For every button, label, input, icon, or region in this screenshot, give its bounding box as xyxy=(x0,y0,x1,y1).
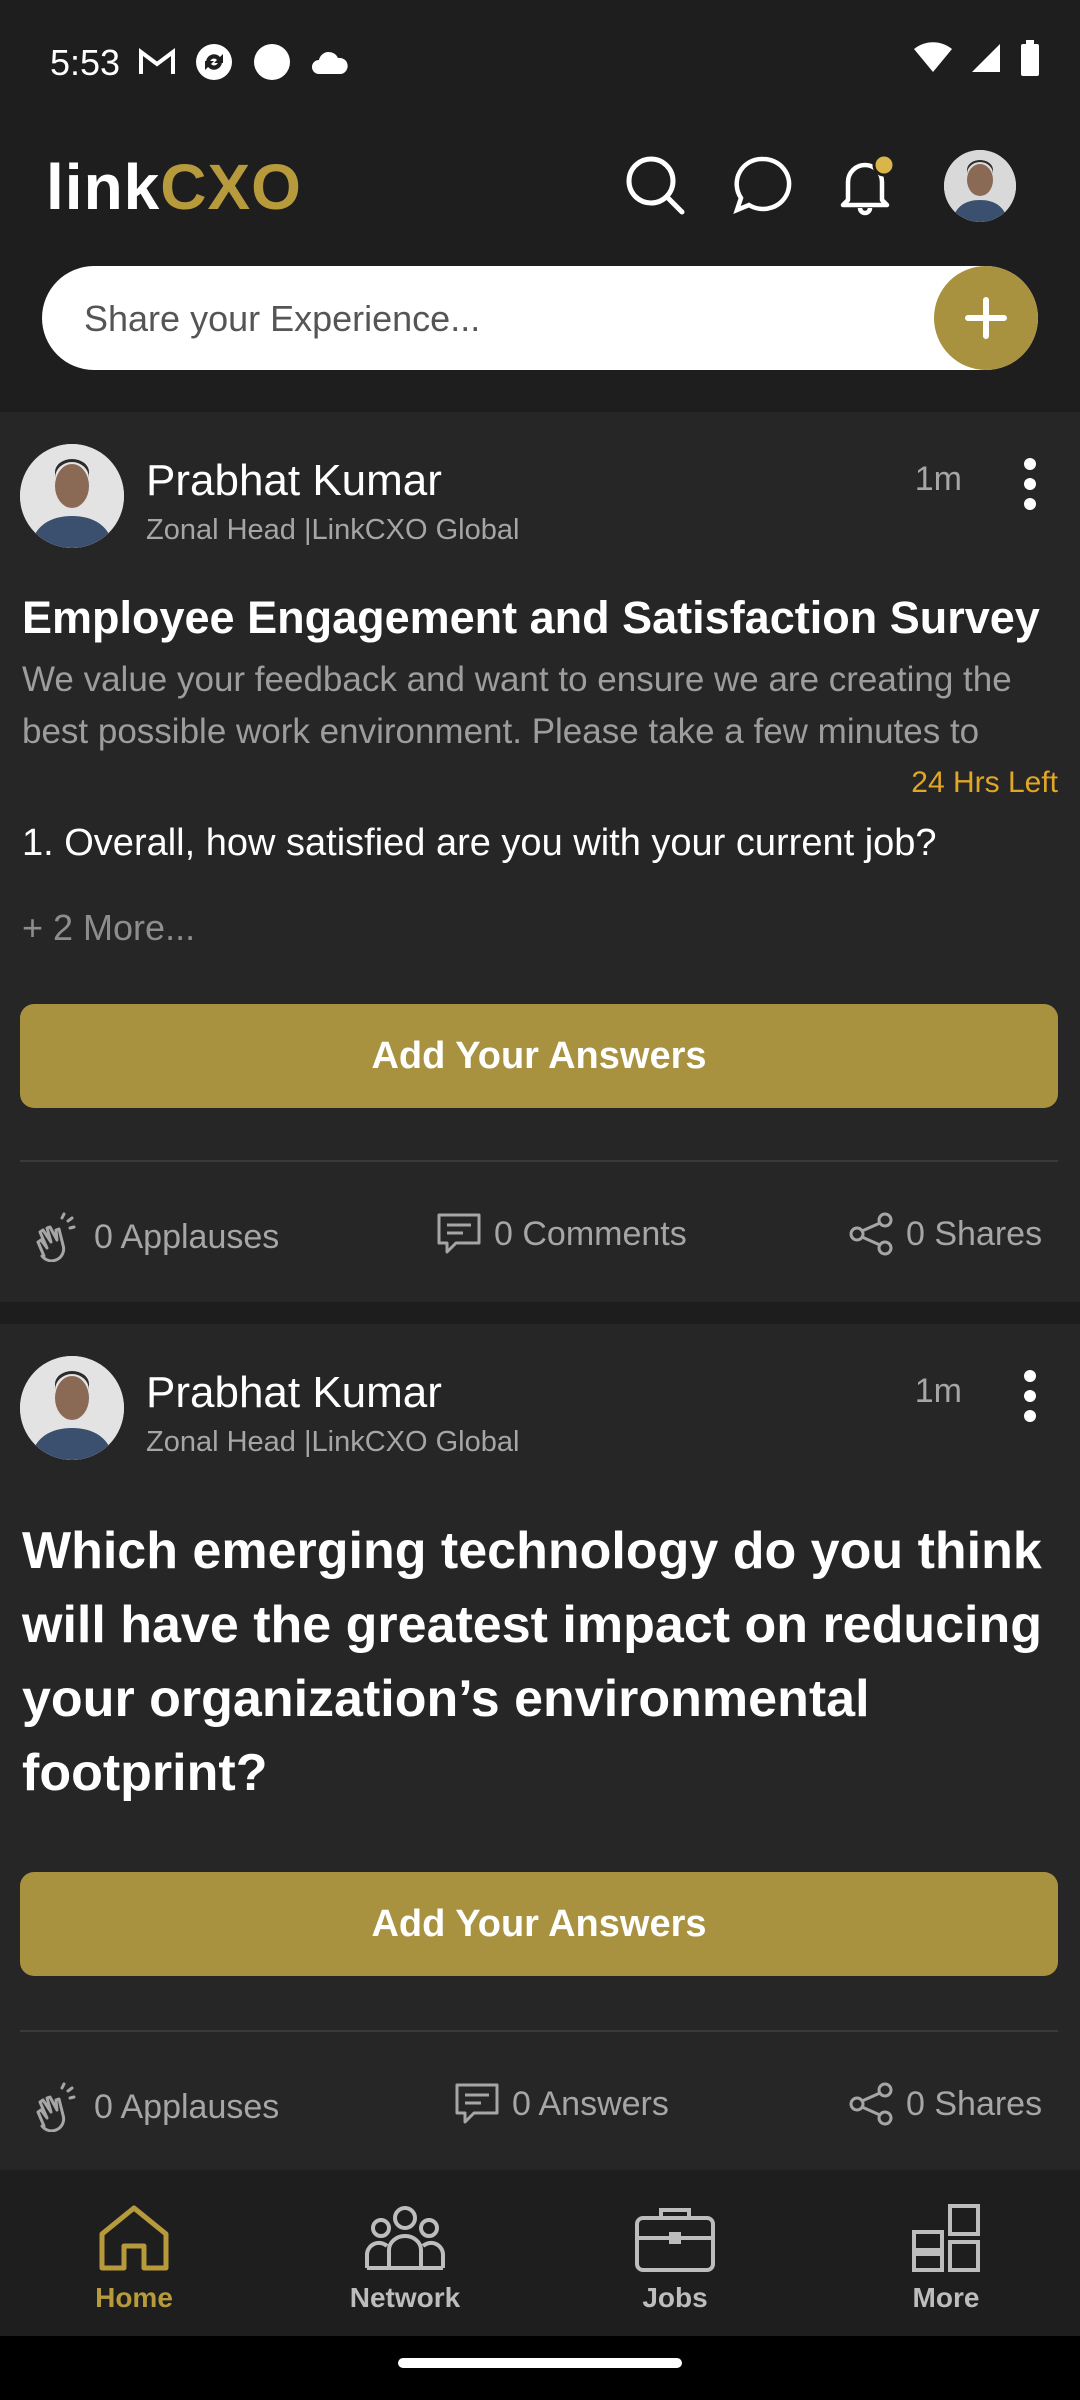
add-post-button[interactable] xyxy=(934,266,1038,370)
circle-icon xyxy=(254,44,290,80)
status-time: 5:53 xyxy=(50,42,121,83)
time-left-badge: 24 Hrs Left xyxy=(911,766,1058,799)
wifi-icon xyxy=(914,42,952,72)
bell-icon xyxy=(840,153,896,216)
author-name[interactable]: Prabhat Kumar xyxy=(146,1368,442,1418)
nav-label-network: Network xyxy=(349,2282,461,2313)
more-vertical-icon xyxy=(1024,458,1036,510)
nav-label-home: Home xyxy=(95,2282,173,2313)
network-icon xyxy=(365,2206,445,2270)
more-vertical-icon xyxy=(1024,1370,1036,1422)
home-indicator[interactable] xyxy=(398,2358,682,2368)
linkcxo-logo[interactable]: linkCXO xyxy=(46,150,302,224)
applause-button[interactable]: 0 Applauses xyxy=(32,2082,279,2132)
chat-button[interactable] xyxy=(728,150,798,220)
share-icon xyxy=(849,2082,893,2126)
applause-button[interactable]: 0 Applauses xyxy=(32,1212,279,1262)
divider xyxy=(20,2030,1058,2032)
gmail-icon xyxy=(139,48,175,74)
share-placeholder[interactable]: Share your Experience... xyxy=(84,298,480,340)
search-icon xyxy=(626,156,685,215)
post-time: 1m xyxy=(914,1372,962,1410)
notifications-button[interactable] xyxy=(832,150,902,220)
nav-network[interactable]: Network xyxy=(305,2202,505,2314)
share-button[interactable]: 0 Shares xyxy=(848,2082,1042,2126)
comments-button[interactable]: 0 Comments xyxy=(436,1212,687,1256)
avatar[interactable] xyxy=(944,150,1016,222)
search-button[interactable] xyxy=(620,150,690,220)
post-menu-button[interactable] xyxy=(1010,454,1050,514)
post-card: Prabhat Kumar Zonal Head |LinkCXO Global… xyxy=(0,412,1080,1302)
app-header: linkCXO Share your Experience... xyxy=(0,120,1080,410)
post-card: Prabhat Kumar Zonal Head |LinkCXO Global… xyxy=(0,1324,1080,2170)
chat-icon xyxy=(733,156,792,214)
post-actions: 0 Applauses 0 Answers 0 Shares xyxy=(0,2082,1080,2142)
logo-suffix: CXO xyxy=(160,151,302,223)
home-icon xyxy=(99,2205,169,2271)
author-name[interactable]: Prabhat Kumar xyxy=(146,456,442,506)
briefcase-icon xyxy=(635,2208,715,2272)
add-answers-button[interactable]: Add Your Answers xyxy=(20,1004,1058,1108)
bottom-navigation: Home Network Jobs More xyxy=(0,2170,1080,2336)
signal-icon xyxy=(972,44,1000,72)
share-button[interactable]: 0 Shares xyxy=(848,1212,1042,1256)
sync-icon xyxy=(196,44,232,80)
system-nav-bar xyxy=(0,2336,1080,2400)
divider xyxy=(20,1160,1058,1162)
cloud-icon xyxy=(312,51,348,74)
shares-count: 0 Shares xyxy=(906,2084,1043,2123)
share-experience-box[interactable]: Share your Experience... xyxy=(42,266,1038,370)
author-role: Zonal Head |LinkCXO Global xyxy=(146,514,520,546)
add-answers-button[interactable]: Add Your Answers xyxy=(20,1872,1058,1976)
post-actions: 0 Applauses 0 Comments 0 Shares xyxy=(0,1212,1080,1272)
grid-icon xyxy=(912,2204,980,2272)
author-avatar[interactable] xyxy=(20,1356,124,1460)
comment-icon xyxy=(455,2083,499,2124)
shares-count: 0 Shares xyxy=(906,1214,1043,1253)
nav-label-jobs: Jobs xyxy=(642,2282,708,2313)
comments-count: 0 Comments xyxy=(494,1214,687,1253)
share-icon xyxy=(849,1212,893,1256)
nav-home[interactable]: Home xyxy=(34,2202,234,2314)
logo-prefix: link xyxy=(46,151,161,223)
status-left-icons xyxy=(138,42,350,82)
status-right-icons xyxy=(914,40,1040,76)
survey-title[interactable]: Employee Engagement and Satisfaction Sur… xyxy=(22,592,1040,644)
clap-icon xyxy=(36,1212,76,1262)
post-time: 1m xyxy=(914,460,962,498)
nav-label-more: More xyxy=(912,2282,980,2313)
poll-question[interactable]: Which emerging technology do you think w… xyxy=(22,1514,1062,1810)
author-role: Zonal Head |LinkCXO Global xyxy=(146,1426,520,1458)
survey-question: 1. Overall, how satisfied are you with y… xyxy=(22,822,937,864)
more-questions-link[interactable]: + 2 More... xyxy=(22,907,195,949)
answers-count: 0 Answers xyxy=(512,2084,669,2123)
clap-icon xyxy=(36,2082,76,2132)
answers-button[interactable]: 0 Answers xyxy=(454,2082,669,2126)
notification-dot xyxy=(872,153,896,177)
applause-count: 0 Applauses xyxy=(94,1217,280,1256)
post-menu-button[interactable] xyxy=(1010,1366,1050,1426)
nav-more[interactable]: More xyxy=(846,2202,1046,2314)
status-bar: 5:53 xyxy=(0,0,1080,120)
nav-jobs[interactable]: Jobs xyxy=(575,2202,775,2314)
comment-icon xyxy=(437,1213,481,1254)
survey-description: We value your feedback and want to ensur… xyxy=(22,660,1012,751)
author-avatar[interactable] xyxy=(20,444,124,548)
applause-count: 0 Applauses xyxy=(94,2087,280,2126)
battery-icon xyxy=(1021,40,1039,76)
plus-icon xyxy=(965,297,1007,339)
